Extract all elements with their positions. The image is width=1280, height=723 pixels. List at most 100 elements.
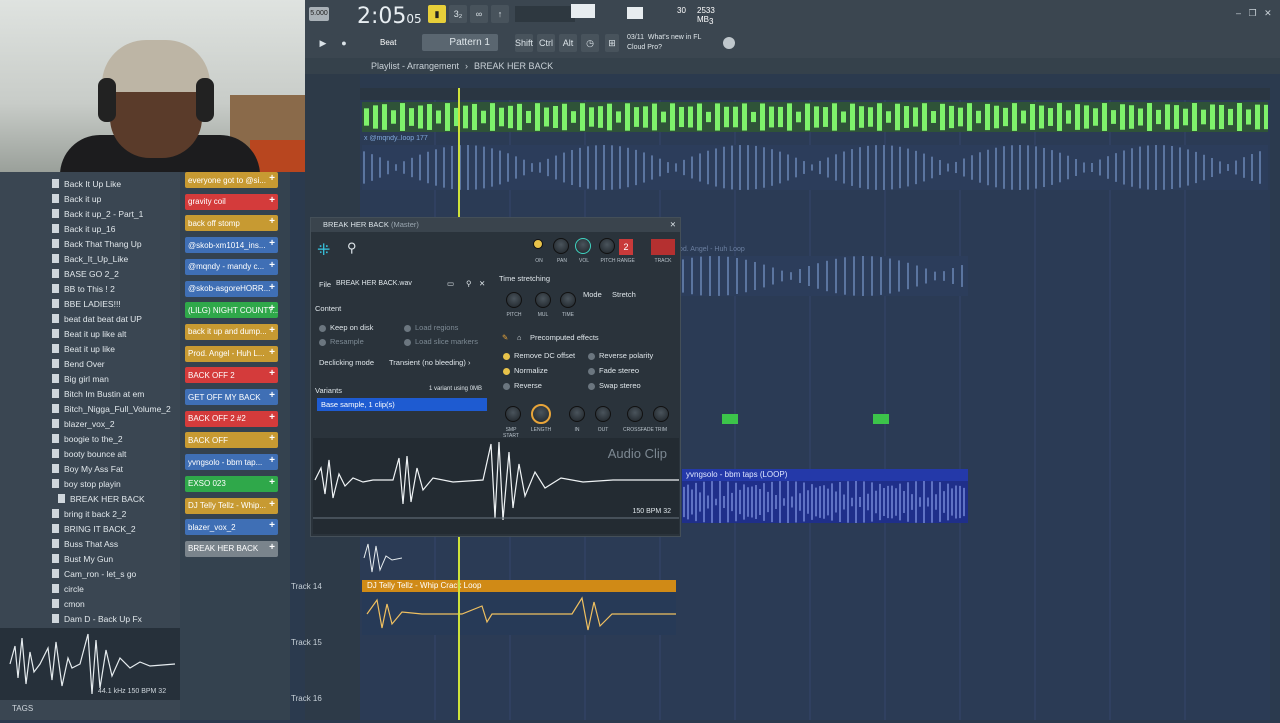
- remove-dc-option[interactable]: Remove DC offset: [503, 351, 575, 360]
- browser-item[interactable]: Bitch_Nigga_Full_Volume_2: [52, 401, 171, 416]
- alt-button[interactable]: Alt: [559, 34, 577, 52]
- locate-icon[interactable]: ⚲: [466, 279, 472, 288]
- channel-button[interactable]: back it up and dump... +: [185, 323, 278, 340]
- load-regions-option[interactable]: Load regions: [404, 323, 458, 332]
- exso-clip-2[interactable]: [873, 414, 889, 424]
- channel-button[interactable]: back off stomp +: [185, 215, 278, 232]
- trim-knob[interactable]: [653, 406, 669, 422]
- track-14-label[interactable]: Track 14: [291, 582, 322, 591]
- telly-wave[interactable]: [362, 592, 676, 635]
- reverse-polarity-option[interactable]: Reverse polarity: [588, 351, 653, 360]
- channel-button[interactable]: blazer_vox_2 +: [185, 519, 278, 536]
- pattern-clip-wave[interactable]: [362, 145, 1268, 190]
- step-button[interactable]: 3₂: [449, 5, 467, 23]
- close-news-icon[interactable]: [723, 37, 735, 49]
- browser-item[interactable]: Back That Thang Up: [52, 236, 142, 251]
- clear-file-icon[interactable]: ✕: [479, 279, 485, 288]
- browser-item[interactable]: beat dat beat dat UP: [52, 311, 142, 326]
- channel-button[interactable]: EXSO 023 +: [185, 475, 278, 492]
- file-name[interactable]: BREAK HER BACK.wav: [336, 280, 412, 287]
- channel-button[interactable]: @skob-asgoreHORR... +: [185, 280, 278, 297]
- channel-add-icon[interactable]: +: [269, 520, 275, 531]
- mic-icon[interactable]: ●: [337, 34, 351, 52]
- channel-button[interactable]: (LILG) NIGHT COUNTY... +: [185, 302, 278, 319]
- channel-add-icon[interactable]: +: [269, 195, 275, 206]
- declicking-select[interactable]: Transient (no bleeding) ›: [389, 358, 470, 367]
- ts-time-knob[interactable]: [560, 292, 576, 308]
- channel-button[interactable]: everyone got to @si... +: [185, 172, 278, 188]
- browser-item[interactable]: Boy My Ass Fat: [52, 461, 123, 476]
- browser-item[interactable]: Beat it up like alt: [52, 326, 126, 341]
- browser-item[interactable]: booty bounce alt: [52, 446, 126, 461]
- channel-button[interactable]: BACK OFF +: [185, 432, 278, 449]
- browser-item[interactable]: boy stop playin: [52, 476, 121, 491]
- playlist-titlebar[interactable]: Playlist - Arrangement › BREAK HER BACK: [305, 58, 1280, 74]
- channel-add-icon[interactable]: +: [269, 433, 275, 444]
- keep-on-disk-option[interactable]: Keep on disk: [319, 323, 373, 332]
- length-knob[interactable]: [531, 404, 551, 424]
- channel-add-icon[interactable]: +: [269, 216, 275, 227]
- yvngsolo-wave[interactable]: [682, 481, 968, 523]
- ctrl-button[interactable]: Ctrl: [537, 34, 555, 52]
- channel-add-icon[interactable]: +: [269, 542, 275, 553]
- browser-item[interactable]: Back it up_2 - Part_1: [52, 206, 143, 221]
- channel-button[interactable]: @mqndy - mandy c... +: [185, 258, 278, 275]
- channel-button[interactable]: GET OFF MY BACK +: [185, 389, 278, 405]
- pitch-knob[interactable]: [599, 238, 615, 254]
- channel-add-icon[interactable]: +: [269, 325, 275, 336]
- fade-stereo-option[interactable]: Fade stereo: [588, 366, 639, 375]
- browser-item[interactable]: Buss That Ass: [52, 536, 118, 551]
- browser-item[interactable]: bring it back 2_2: [52, 506, 126, 521]
- track-15-label[interactable]: Track 15: [291, 638, 322, 647]
- channel-add-icon[interactable]: +: [269, 412, 275, 423]
- master-volume-slider[interactable]: [571, 4, 595, 18]
- channel-add-icon[interactable]: +: [269, 499, 275, 510]
- huh-loop-clip[interactable]: [672, 256, 968, 296]
- browser-item[interactable]: boogie to the_2: [52, 431, 123, 446]
- huh-loop-label[interactable]: Prod. Angel - Huh Loop: [672, 246, 968, 256]
- channel-button[interactable]: yvngsolo - bbm tap... +: [185, 454, 278, 471]
- pattern-clip-label[interactable]: x @mqndy..loop 177: [364, 135, 1268, 145]
- browser-item[interactable]: BREAK HER BACK: [58, 491, 145, 506]
- resample-option[interactable]: Resample: [319, 337, 364, 346]
- channel-add-icon[interactable]: +: [269, 260, 275, 271]
- browser-item[interactable]: BB to This ! 2: [52, 281, 115, 296]
- track-16-label[interactable]: Track 16: [291, 694, 322, 703]
- play-button[interactable]: ▶: [313, 34, 333, 52]
- loop-button[interactable]: ∞: [470, 5, 488, 23]
- track13-wave[interactable]: [362, 540, 403, 576]
- browser-item[interactable]: Beat it up like: [52, 341, 115, 356]
- channel-add-icon[interactable]: +: [269, 477, 275, 488]
- browser-item[interactable]: Bitch Im Bustin at em: [52, 386, 144, 401]
- cart-icon[interactable]: ⊞: [605, 34, 619, 52]
- window-controls[interactable]: – ❐ ✕: [1236, 8, 1272, 19]
- tags-label[interactable]: TAGS: [12, 704, 33, 713]
- channel-button[interactable]: BACK OFF 2 +: [185, 367, 278, 384]
- smp-start-knob[interactable]: [505, 406, 521, 422]
- record-mode-button[interactable]: ▮: [428, 5, 446, 23]
- browser-item[interactable]: cmon: [52, 596, 85, 611]
- browser-item[interactable]: Back_It_Up_Like: [52, 251, 128, 266]
- telly-clip[interactable]: DJ Telly Tellz - Whip Crack Loop: [362, 580, 676, 592]
- lock-icon[interactable]: ⌂: [517, 333, 522, 342]
- reverse-option[interactable]: Reverse: [503, 381, 542, 390]
- browser-item[interactable]: Back it up: [52, 191, 101, 206]
- news-panel[interactable]: 03/11 What's new in FL Cloud Pro?: [627, 33, 701, 53]
- browser-item[interactable]: Bend Over: [52, 356, 105, 371]
- exso-clip[interactable]: [722, 414, 738, 424]
- range-box[interactable]: 2: [619, 239, 633, 255]
- load-slice-option[interactable]: Load slice markers: [404, 337, 478, 346]
- tempo-icon[interactable]: ◷: [581, 34, 599, 52]
- channel-add-icon[interactable]: +: [269, 238, 275, 249]
- timeline-ruler[interactable]: [360, 88, 1270, 100]
- track-selector[interactable]: [651, 239, 675, 255]
- on-knob[interactable]: [533, 239, 543, 249]
- browser-item[interactable]: circle: [52, 581, 84, 596]
- in-knob[interactable]: [569, 406, 585, 422]
- crossfade-knob[interactable]: [627, 406, 643, 422]
- channel-add-icon[interactable]: +: [269, 455, 275, 466]
- channel-add-icon[interactable]: +: [269, 303, 275, 314]
- swap-stereo-option[interactable]: Swap stereo: [588, 381, 641, 390]
- wrench-icon[interactable]: ⚲: [347, 240, 357, 256]
- browser-item[interactable]: blazer_vox_2: [52, 416, 115, 431]
